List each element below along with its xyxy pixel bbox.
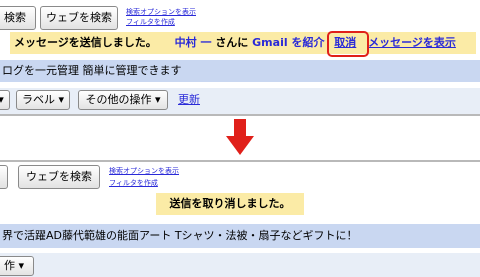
refresh-link[interactable]: 更新: [178, 91, 200, 109]
ad-text[interactable]: ログを一元管理 簡単に管理できます: [2, 64, 182, 77]
after-screenshot-panel: ウェブを検索 検索オプションを表示 フィルタを作成 送信を取り消しました。 界で…: [0, 160, 480, 277]
search-button[interactable]: 検索: [0, 6, 36, 30]
web-search-button[interactable]: ウェブを検索: [18, 165, 100, 189]
partial-actions-button[interactable]: 作 ▾: [0, 256, 34, 276]
before-screenshot-panel: 検索 ウェブを検索 検索オプションを表示 フィルタを作成 メッセージを送信しまし…: [0, 0, 480, 116]
partial-dropdown-button[interactable]: ▾: [0, 90, 10, 110]
sent-notice: メッセージを送信しました。 中村 一 さんに Gmail を紹介 取消 メッセー…: [10, 32, 476, 54]
label-button[interactable]: ラベル ▾: [16, 90, 70, 110]
sent-text: メッセージを送信しました。: [14, 36, 157, 49]
create-filter-link[interactable]: フィルタを作成: [109, 179, 158, 188]
down-arrow-icon: [226, 119, 254, 155]
ad-bar: ログを一元管理 簡単に管理できます: [0, 60, 480, 82]
undo-notice: 送信を取り消しました。: [156, 193, 304, 215]
recipient-name: 中村 一: [174, 36, 212, 49]
search-options-link[interactable]: 検索オプションを表示: [126, 8, 196, 17]
create-filter-link[interactable]: フィルタを作成: [126, 18, 175, 27]
partial-search-button[interactable]: [0, 165, 8, 189]
view-message-link[interactable]: メッセージを表示: [368, 36, 456, 49]
undo-notice-text: 送信を取り消しました。: [169, 197, 291, 210]
web-search-button[interactable]: ウェブを検索: [40, 6, 118, 30]
ad-bar: 界で活躍AD藤代範雄の能面アート Tシャツ・法被・扇子などギフトに！: [0, 224, 480, 248]
undo-highlight-box: [327, 31, 369, 57]
gmail-intro-link[interactable]: Gmail を紹介: [252, 36, 324, 49]
toolbar: ▾ ラベル ▾ その他の操作 ▾ 更新: [0, 88, 480, 114]
search-options-link[interactable]: 検索オプションを表示: [109, 167, 179, 176]
toolbar: 作 ▾: [0, 253, 480, 277]
ad-text[interactable]: 界で活躍AD藤代範雄の能面アート Tシャツ・法被・扇子などギフトに！: [2, 229, 358, 242]
more-actions-button[interactable]: その他の操作 ▾: [78, 90, 168, 110]
recipient-suffix: さんに: [215, 36, 249, 49]
